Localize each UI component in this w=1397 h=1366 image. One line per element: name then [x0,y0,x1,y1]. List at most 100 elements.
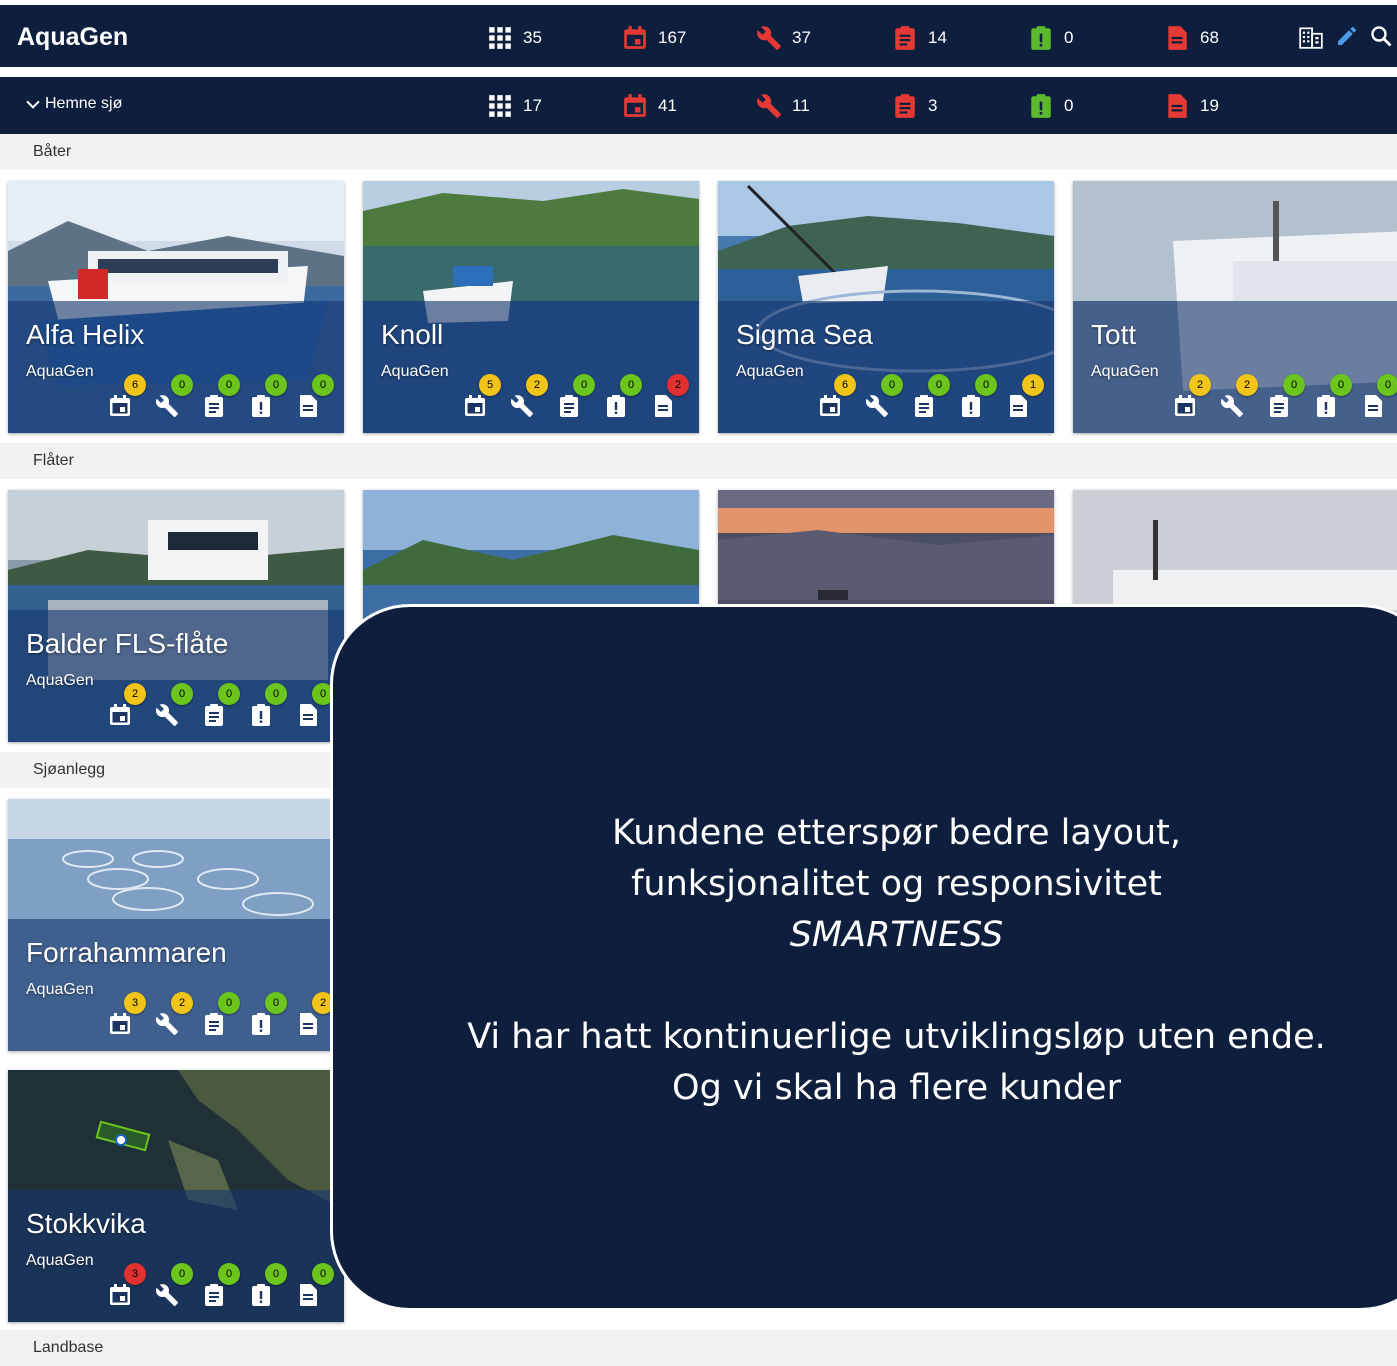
group-stat-tasks-value: 3 [928,96,938,115]
card-balder-fls-flate[interactable]: Balder FLS-flåte AquaGen 20000 [8,490,344,742]
card-sigma-sea[interactable]: Sigma Sea AquaGen 6 0 0 0 1 [718,181,1054,433]
stat-units[interactable]: 35 [487,25,542,51]
app-brand[interactable]: AquaGen [17,23,128,52]
card-alfa-helix[interactable]: Alfa Helix AquaGen 6 0 0 0 0 [8,181,344,433]
card-owner: AquaGen [736,363,804,380]
indicator-alert-clipboard[interactable]: 0 [1314,374,1361,422]
stat-tasks-value: 14 [928,28,947,47]
document-icon [300,1284,317,1306]
indicator-alert-clipboard[interactable]: 0 [249,992,296,1040]
chevron-down-icon [26,100,40,109]
calendar-icon [110,395,130,416]
card-tott[interactable]: Tott AquaGen 2 2 0 0 0 [1073,181,1397,433]
count-badge: 0 [928,374,950,396]
indicator-calendar[interactable]: 6 [818,374,865,422]
clipboard-icon [205,395,223,417]
stat-maintenance[interactable]: 37 [756,25,811,51]
stat-units-value: 35 [523,28,542,47]
document-icon [1168,26,1187,50]
indicator-wrench[interactable]: 0 [155,1263,202,1311]
group-stat-deviations[interactable]: 0 [1028,93,1073,119]
group-bar: Hemne sjø 17 41 11 3 0 19 [0,77,1397,134]
group-stat-tasks[interactable]: 3 [892,93,937,119]
indicator-wrench[interactable]: 0 [155,374,202,422]
count-badge: 3 [124,992,146,1014]
clipboard-icon [205,1284,223,1306]
indicator-wrench[interactable]: 2 [510,374,557,422]
indicator-clipboard[interactable]: 0 [202,374,249,422]
alert-clipboard-icon [252,1284,270,1306]
indicator-calendar[interactable]: 6 [108,374,155,422]
alert-clipboard-icon [962,395,980,417]
card-knoll[interactable]: Knoll AquaGen 5 2 0 0 2 [363,181,699,433]
header-divider [0,67,1397,77]
indicator-alert-clipboard[interactable]: 0 [249,1263,296,1311]
indicator-document[interactable]: 0 [296,374,343,422]
document-icon [300,704,317,726]
indicator-wrench[interactable]: 0 [155,683,202,731]
count-badge: 2 [1236,374,1258,396]
indicator-clipboard[interactable]: 0 [912,374,959,422]
indicator-clipboard[interactable]: 0 [202,1263,249,1311]
indicator-document[interactable]: 0 [296,1263,343,1311]
indicator-calendar[interactable]: 3 [108,1263,155,1311]
alert-clipboard-icon [1317,395,1335,417]
card-owner: AquaGen [381,363,449,380]
indicator-clipboard[interactable]: 0 [202,992,249,1040]
indicator-document[interactable]: 2 [651,374,698,422]
edit-pencil-icon[interactable] [1335,24,1359,48]
clipboard-icon [205,1013,223,1035]
group-stat-maintenance[interactable]: 11 [756,93,810,119]
card-forrahammaren[interactable]: Forrahammaren AquaGen 32002 [8,799,344,1051]
count-badge: 0 [1283,374,1305,396]
stat-calendar[interactable]: 167 [622,25,686,51]
wrench-icon [865,395,888,417]
indicator-wrench[interactable]: 2 [155,992,202,1040]
card-owner: AquaGen [26,672,94,689]
indicator-clipboard[interactable]: 0 [557,374,604,422]
indicator-wrench[interactable]: 2 [1220,374,1267,422]
search-icon[interactable] [1369,24,1393,48]
stat-deviations[interactable]: 0 [1028,25,1073,51]
wrench-icon [155,1284,178,1306]
card-stokkvika[interactable]: Stokkvika AquaGen 3 0 0 0 0 [8,1070,344,1322]
card-indicators: 5 2 0 0 2 [463,374,698,422]
indicator-calendar[interactable]: 2 [1173,374,1220,422]
stat-tasks[interactable]: 14 [892,25,947,51]
count-badge: 0 [881,374,903,396]
indicator-alert-clipboard[interactable]: 0 [249,683,296,731]
indicator-wrench[interactable]: 0 [865,374,912,422]
stat-documents[interactable]: 68 [1164,25,1219,51]
calendar-icon [820,395,840,416]
indicator-alert-clipboard[interactable]: 0 [959,374,1006,422]
indicator-document[interactable]: 1 [1006,374,1053,422]
card-indicators: 20000 [108,683,343,731]
group-stat-calendar[interactable]: 41 [622,93,677,119]
indicator-clipboard[interactable]: 0 [202,683,249,731]
count-badge: 2 [1189,374,1211,396]
document-icon [1168,94,1187,118]
indicator-calendar[interactable]: 5 [463,374,510,422]
building-icon[interactable] [1298,24,1324,50]
indicator-document[interactable]: 0 [1361,374,1397,422]
group-stat-documents[interactable]: 19 [1164,93,1219,119]
clipboard-icon [560,395,578,417]
indicator-alert-clipboard[interactable]: 0 [249,374,296,422]
card-owner: AquaGen [1091,363,1159,380]
message-line-2: funksjonalitet og responsivitet [631,864,1162,904]
group-toggle[interactable]: Hemne sjø [25,95,122,113]
count-badge: 0 [218,1263,240,1285]
count-badge: 6 [124,374,146,396]
calendar-icon [110,1284,130,1305]
count-badge: 0 [265,683,287,705]
indicator-calendar[interactable]: 2 [108,683,155,731]
indicator-clipboard[interactable]: 0 [1267,374,1314,422]
card-indicators: 2 2 0 0 0 [1173,374,1397,422]
document-icon [1010,395,1027,417]
indicator-alert-clipboard[interactable]: 0 [604,374,651,422]
grid-icon [489,27,511,49]
group-stat-units[interactable]: 17 [487,93,542,119]
wrench-icon [155,1013,178,1035]
card-owner: AquaGen [26,1252,94,1269]
indicator-calendar[interactable]: 3 [108,992,155,1040]
